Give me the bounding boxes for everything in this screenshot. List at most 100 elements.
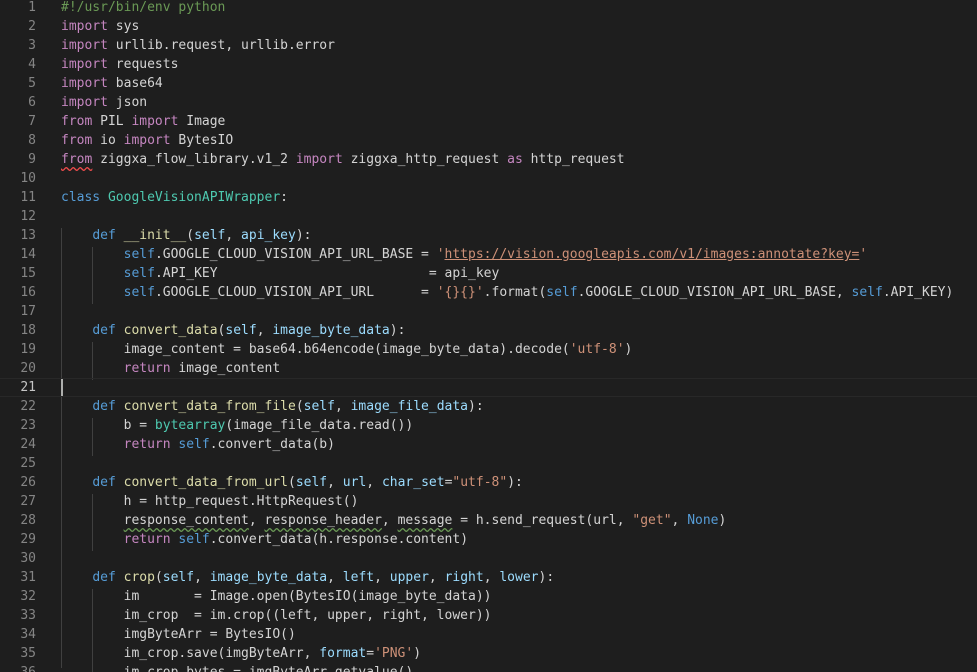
line-number: 21 bbox=[20, 380, 36, 395]
code-line[interactable]: 31 def crop(self, image_byte_data, left,… bbox=[0, 568, 977, 587]
code-line[interactable]: 27 h = http_request.HttpRequest() bbox=[0, 492, 977, 511]
code-editor[interactable]: 1 #!/usr/bin/env python 2 import sys 3 import… bbox=[0, 0, 977, 672]
code-token: "get" bbox=[632, 513, 672, 528]
code-token: im_crop_bytes = imgByteArr.getvalue() bbox=[61, 665, 414, 672]
code-token: '{}{}' bbox=[436, 285, 484, 300]
line-code: import urllib.request, urllib.error bbox=[61, 36, 335, 55]
code-line[interactable]: 13 def __init__(self, api_key): bbox=[0, 226, 977, 245]
line-code: class GoogleVisionAPIWrapper: bbox=[61, 188, 288, 207]
code-line[interactable]: 11 class GoogleVisionAPIWrapper: bbox=[0, 188, 977, 207]
line-number: 17 bbox=[20, 304, 36, 319]
code-line[interactable]: 35 im_crop.save(imgByteArr, format='PNG'… bbox=[0, 644, 977, 663]
code-token: import bbox=[61, 76, 108, 91]
code-line[interactable]: 23 b = bytearray(image_file_data.read()) bbox=[0, 416, 977, 435]
code-token: right bbox=[444, 570, 484, 585]
code-token: def bbox=[92, 323, 116, 338]
line-number: 1 bbox=[28, 0, 36, 15]
code-token: http_request bbox=[522, 152, 625, 167]
line-code: return self.convert_data(b) bbox=[61, 435, 335, 454]
code-token: , bbox=[483, 570, 500, 585]
code-token: self bbox=[303, 399, 335, 414]
line-code: self.GOOGLE_CLOUD_VISION_API_URL = '{}{}… bbox=[61, 283, 954, 302]
code-line[interactable]: 14 self.GOOGLE_CLOUD_VISION_API_URL_BASE… bbox=[0, 245, 977, 264]
line-number: 16 bbox=[20, 285, 36, 300]
code-token: response_header bbox=[264, 513, 382, 528]
code-line[interactable]: 12 bbox=[0, 207, 977, 226]
code-line[interactable]: 24 return self.convert_data(b) bbox=[0, 435, 977, 454]
line-number: 28 bbox=[20, 513, 36, 528]
code-token: : bbox=[280, 190, 288, 205]
code-token: ( bbox=[295, 399, 304, 414]
line-code: imgByteArr = BytesIO() bbox=[61, 625, 296, 644]
code-line[interactable]: 30 bbox=[0, 549, 977, 568]
code-token: def bbox=[92, 399, 116, 414]
code-line[interactable]: 16 self.GOOGLE_CLOUD_VISION_API_URL = '{… bbox=[0, 283, 977, 302]
code-line[interactable]: 18 def convert_data(self, image_byte_dat… bbox=[0, 321, 977, 340]
code-line[interactable]: 17 bbox=[0, 302, 977, 321]
code-token: crop bbox=[123, 570, 155, 585]
line-code: from ziggxa_flow_library.v1_2 import zig… bbox=[61, 150, 625, 169]
code-line[interactable]: 26 def convert_data_from_url(self, url, … bbox=[0, 473, 977, 492]
line-code: #!/usr/bin/env python bbox=[61, 0, 225, 17]
line-number: 18 bbox=[20, 323, 36, 338]
code-line[interactable]: 3 import urllib.request, urllib.error bbox=[0, 36, 977, 55]
code-token: Image bbox=[178, 114, 226, 129]
code-line[interactable]: 33 im_crop = im.crop((left, upper, right… bbox=[0, 606, 977, 625]
code-line[interactable]: 20 return image_content bbox=[0, 359, 977, 378]
code-line[interactable]: 8 from io import BytesIO bbox=[0, 131, 977, 150]
code-line[interactable]: 36 im_crop_bytes = imgByteArr.getvalue() bbox=[0, 663, 977, 672]
line-number: 24 bbox=[20, 437, 36, 452]
line-number: 8 bbox=[28, 133, 36, 148]
code-line[interactable]: 6 import json bbox=[0, 93, 977, 112]
line-code: def crop(self, image_byte_data, left, up… bbox=[61, 568, 554, 587]
code-token: , bbox=[374, 570, 390, 585]
code-token: import bbox=[295, 152, 343, 167]
code-token: self bbox=[225, 323, 257, 338]
code-token: import bbox=[61, 57, 108, 72]
code-token: https://vision.googleapis.com/v1/images:… bbox=[444, 247, 860, 262]
code-token: return bbox=[123, 532, 171, 547]
code-token: ): bbox=[468, 399, 484, 414]
code-line[interactable]: 22 def convert_data_from_file(self, imag… bbox=[0, 397, 977, 416]
code-line[interactable]: 32 im = Image.open(BytesIO(image_byte_da… bbox=[0, 587, 977, 606]
line-code: im = Image.open(BytesIO(image_byte_data)… bbox=[61, 587, 492, 606]
line-number: 25 bbox=[20, 456, 36, 471]
code-token: , bbox=[327, 475, 343, 490]
line-number: 15 bbox=[20, 266, 36, 281]
code-line[interactable]: 34 imgByteArr = BytesIO() bbox=[0, 625, 977, 644]
code-line[interactable]: 28 response_content, response_header, me… bbox=[0, 511, 977, 530]
code-line[interactable]: 10 bbox=[0, 169, 977, 188]
line-number: 5 bbox=[28, 76, 36, 91]
code-token: requests bbox=[107, 57, 179, 72]
code-line[interactable]: 1 #!/usr/bin/env python bbox=[0, 0, 977, 17]
code-token: 'PNG' bbox=[374, 646, 414, 661]
code-token: , bbox=[671, 513, 688, 528]
code-line[interactable]: 29 return self.convert_data(h.response.c… bbox=[0, 530, 977, 549]
code-token: #!/usr/bin/env python bbox=[61, 0, 226, 15]
line-number: 26 bbox=[20, 475, 36, 490]
code-line[interactable]: 19 image_content = base64.b64encode(imag… bbox=[0, 340, 977, 359]
code-token: ) bbox=[413, 646, 422, 661]
code-token: = h.send_request(url, bbox=[452, 513, 633, 528]
code-token: left bbox=[342, 570, 375, 585]
code-line[interactable]: 9 from ziggxa_flow_library.v1_2 import zi… bbox=[0, 150, 977, 169]
code-line[interactable]: 4 import requests bbox=[0, 55, 977, 74]
code-token: from bbox=[61, 114, 93, 129]
code-token: self bbox=[178, 437, 210, 452]
code-line[interactable]: 2 import sys bbox=[0, 17, 977, 36]
code-token: self bbox=[546, 285, 578, 300]
code-line[interactable]: 7 from PIL import Image bbox=[0, 112, 977, 131]
line-code: image_content = base64.b64encode(image_b… bbox=[61, 340, 633, 359]
code-token: im_crop = im.crop((left, upper, right, l… bbox=[61, 608, 492, 623]
current-code-line[interactable]: 21 bbox=[0, 378, 977, 397]
code-token: self bbox=[123, 247, 155, 262]
code-line[interactable]: 15 self.API_KEY = api_key bbox=[0, 264, 977, 283]
code-line[interactable]: 5 import base64 bbox=[0, 74, 977, 93]
code-line[interactable]: 25 bbox=[0, 454, 977, 473]
code-token: ): bbox=[295, 228, 312, 243]
